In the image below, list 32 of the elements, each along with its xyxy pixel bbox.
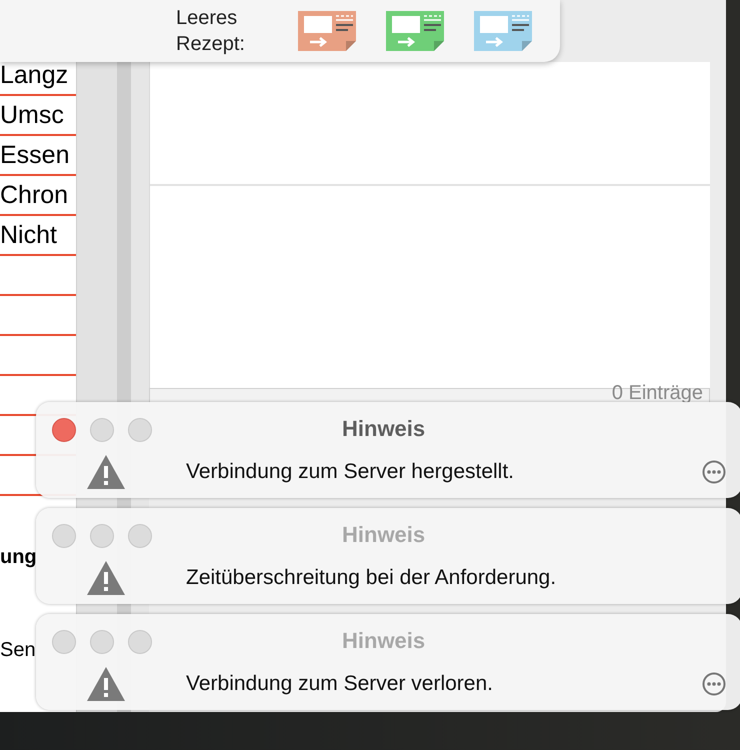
list-item[interactable]: Nicht — [0, 220, 57, 250]
warning-icon — [86, 666, 126, 702]
notification-title: Hinweis — [342, 627, 426, 655]
list-item[interactable]: Umsc — [0, 100, 64, 130]
close-button[interactable] — [52, 418, 76, 442]
notification-message: Verbindung zum Server hergestellt. — [186, 460, 516, 484]
list-item[interactable]: Langz — [0, 60, 68, 90]
minimize-button[interactable] — [90, 418, 114, 442]
minimize-button[interactable] — [90, 630, 114, 654]
more-options-icon[interactable] — [702, 460, 726, 484]
notification-title: Hinweis — [342, 521, 426, 549]
popover-label: Leeres Rezept: — [176, 6, 246, 57]
label-text: ung — [0, 546, 37, 569]
recipe-template-icon[interactable] — [298, 11, 356, 51]
more-options-icon[interactable] — [702, 672, 726, 696]
warning-icon — [86, 454, 126, 490]
recipe-template-icon[interactable] — [386, 11, 444, 51]
recipe-template-icon[interactable] — [474, 11, 532, 51]
list-item[interactable]: Chron — [0, 180, 68, 210]
zoom-button[interactable] — [128, 630, 152, 654]
notification-message: Zeitüberschreitung bei der Anforderung. — [186, 566, 558, 590]
warning-icon — [86, 560, 126, 596]
zoom-button[interactable] — [128, 524, 152, 548]
notification-title: Hinweis — [342, 415, 426, 443]
entry-count: 0 Einträge — [612, 383, 703, 403]
zoom-button[interactable] — [128, 418, 152, 442]
list-item[interactable]: Essen — [0, 140, 70, 170]
minimize-button[interactable] — [90, 524, 114, 548]
label-text: Sen — [0, 639, 36, 662]
close-button[interactable] — [52, 630, 76, 654]
close-button[interactable] — [52, 524, 76, 548]
notification-message: Verbindung zum Server verloren. — [186, 672, 494, 696]
